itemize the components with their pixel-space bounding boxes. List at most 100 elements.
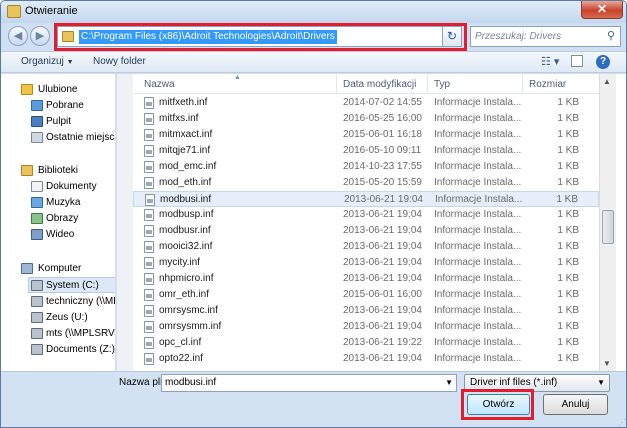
file-name: opc_cl.inf: [159, 337, 202, 348]
video-icon: [31, 229, 43, 240]
file-type: Informacje Instala...: [434, 97, 522, 108]
refresh-button[interactable]: ↻: [442, 26, 462, 47]
column-name[interactable]: Nazwa: [144, 79, 175, 90]
nav-item-pulpit[interactable]: Pulpit: [46, 115, 71, 129]
nav-item-documents-z[interactable]: Documents (Z:): [46, 343, 115, 357]
file-row[interactable]: opc_cl.inf 2013-06-21 19:22 Informacje Ins…: [133, 335, 599, 351]
download-icon: [31, 100, 43, 111]
inf-file-icon: [144, 145, 154, 157]
documents-icon: [31, 181, 43, 192]
file-row[interactable]: mitqje71.inf 2016-05-10 09:11 Informacje I…: [133, 143, 599, 159]
file-row[interactable]: mitmxact.inf 2015-06-01 16:18 Informacje I…: [133, 127, 599, 143]
nav-item-pobrane[interactable]: Pobrane: [46, 99, 84, 113]
file-type: Informacje Instala...: [435, 194, 523, 205]
open-button[interactable]: Otwórz: [467, 394, 530, 415]
file-row[interactable]: mod_emc.inf 2014-10-23 17:55 Informacje In…: [133, 159, 599, 175]
search-placeholder: Przeszukaj: Drivers: [475, 31, 562, 42]
nav-computer[interactable]: Komputer: [38, 262, 81, 276]
close-button[interactable]: ✕: [581, 1, 623, 19]
file-name: mooici32.inf: [159, 241, 213, 252]
chevron-down-icon[interactable]: ▼: [445, 378, 453, 387]
column-date[interactable]: Data modyfikacji: [343, 79, 416, 90]
nav-item-wideo[interactable]: Wideo: [46, 228, 74, 242]
file-type: Informacje Instala...: [434, 353, 522, 364]
file-row[interactable]: mitfxeth.inf 2014-07-02 14:55 Informacje I…: [133, 95, 599, 111]
nav-item-muzyka[interactable]: Muzyka: [46, 196, 80, 210]
file-name: mitqje71.inf: [159, 145, 211, 156]
inf-file-icon: [144, 289, 154, 301]
nav-item-techniczny[interactable]: techniczny (\\MPL: [46, 295, 115, 309]
column-separator[interactable]: [427, 74, 428, 94]
inf-file-icon: [145, 194, 155, 206]
inf-file-icon: [144, 273, 154, 285]
file-name: mitfxs.inf: [159, 113, 199, 124]
resize-grip-icon[interactable]: ⋰: [618, 418, 626, 427]
scrollbar-thumb[interactable]: [602, 210, 614, 244]
folder-icon: [62, 31, 74, 42]
forward-button[interactable]: ▶: [30, 26, 50, 46]
column-size[interactable]: Rozmiar: [529, 79, 566, 90]
new-folder-button[interactable]: Nowy folder: [93, 56, 146, 67]
inf-file-icon: [144, 257, 154, 269]
address-path[interactable]: C:\Program Files (x86)\Adroit Technologi…: [79, 30, 337, 44]
file-size: 1 KB: [556, 194, 578, 205]
file-name: omr_eth.inf: [159, 289, 210, 300]
library-icon: [21, 165, 33, 176]
file-type: Informacje Instala...: [434, 273, 522, 284]
view-options-icon[interactable]: ☷ ▾: [541, 55, 559, 68]
file-row[interactable]: nhpmicro.inf 2013-06-21 19:04 Informacje I…: [133, 271, 599, 287]
file-date: 2013-06-21 19:04: [343, 257, 422, 268]
file-row[interactable]: mod_eth.inf 2015-05-20 15:59 Informacje In…: [133, 175, 599, 191]
file-list-scrollbar[interactable]: ▲ ▼: [599, 74, 616, 371]
file-row[interactable]: modbusr.inf 2013-06-21 19:04 Informacje In…: [133, 223, 599, 239]
file-row[interactable]: omr_eth.inf 2015-06-01 16:00 Informacje In…: [133, 287, 599, 303]
column-header: Nazwa ▲ Data modyfikacji Typ Rozmiar: [133, 74, 599, 94]
nav-item-zeus[interactable]: Zeus (U:): [46, 311, 88, 325]
inf-file-icon: [144, 209, 154, 221]
file-type: Informacje Instala...: [434, 289, 522, 300]
file-row[interactable]: mooici32.inf 2013-06-21 19:04 Informacje I…: [133, 239, 599, 255]
preview-pane-icon[interactable]: [571, 55, 583, 67]
search-input[interactable]: Przeszukaj: Drivers ⚲: [470, 26, 621, 47]
filename-input[interactable]: modbusi.inf ▼: [161, 374, 457, 392]
address-bar[interactable]: C:\Program Files (x86)\Adroit Technologi…: [57, 26, 461, 47]
desktop-icon: [31, 116, 43, 127]
file-row[interactable]: mitfxs.inf 2016-05-25 16:00 Informacje Ins…: [133, 111, 599, 127]
file-row[interactable]: opto22.inf 2013-06-21 19:04 Informacje Ins…: [133, 351, 599, 367]
help-icon[interactable]: ?: [596, 55, 610, 69]
inf-file-icon: [144, 225, 154, 237]
file-size: 1 KB: [557, 321, 579, 332]
nav-item-obrazy[interactable]: Obrazy: [46, 212, 78, 226]
scroll-down-icon[interactable]: ▼: [603, 359, 611, 368]
search-icon[interactable]: ⚲: [607, 29, 615, 42]
navigation-scrollbar[interactable]: [116, 74, 133, 371]
column-type[interactable]: Typ: [434, 79, 450, 90]
nav-libraries[interactable]: Biblioteki: [38, 164, 78, 178]
title-bar: Otwieranie ✕: [1, 1, 626, 23]
nav-item-dokumenty[interactable]: Dokumenty: [46, 180, 97, 194]
nav-item-mts[interactable]: mts (\\MPLSRV00: [46, 327, 115, 341]
file-row[interactable]: modbusi.inf 2013-06-21 19:04 Informacje In…: [133, 191, 599, 207]
file-row[interactable]: omrsysmc.inf 2013-06-21 19:04 Informacje I…: [133, 303, 599, 319]
nav-favorites[interactable]: Ulubione: [38, 83, 77, 97]
file-type-value: Driver inf files (*.inf): [470, 377, 558, 388]
file-row[interactable]: omrsysmm.inf 2013-06-21 19:04 Informacje I…: [133, 319, 599, 335]
file-row[interactable]: modbusp.inf 2013-06-21 19:04 Informacje In…: [133, 207, 599, 223]
file-type: Informacje Instala...: [434, 321, 522, 332]
organize-button[interactable]: Organizuj ▼: [21, 56, 74, 67]
file-row[interactable]: mycity.inf 2013-06-21 19:04 Informacje Ins…: [133, 255, 599, 271]
nav-item-ostatnie[interactable]: Ostatnie miejsca: [46, 131, 115, 145]
column-separator[interactable]: [522, 74, 523, 94]
file-type: Informacje Instala...: [434, 129, 522, 140]
network-drive-disconnected-icon: [31, 312, 43, 323]
scroll-up-icon[interactable]: ▲: [603, 77, 611, 86]
back-button[interactable]: ◀: [8, 26, 28, 46]
file-type-select[interactable]: Driver inf files (*.inf) ▼: [464, 374, 610, 392]
nav-item-system-c[interactable]: System (C:): [46, 279, 99, 293]
file-size: 1 KB: [557, 97, 579, 108]
column-separator[interactable]: [336, 74, 337, 94]
network-drive-disconnected-icon: [31, 344, 43, 355]
network-drive-disconnected-icon: [31, 296, 43, 307]
cancel-button[interactable]: Anuluj: [543, 394, 608, 415]
file-size: 1 KB: [557, 209, 579, 220]
